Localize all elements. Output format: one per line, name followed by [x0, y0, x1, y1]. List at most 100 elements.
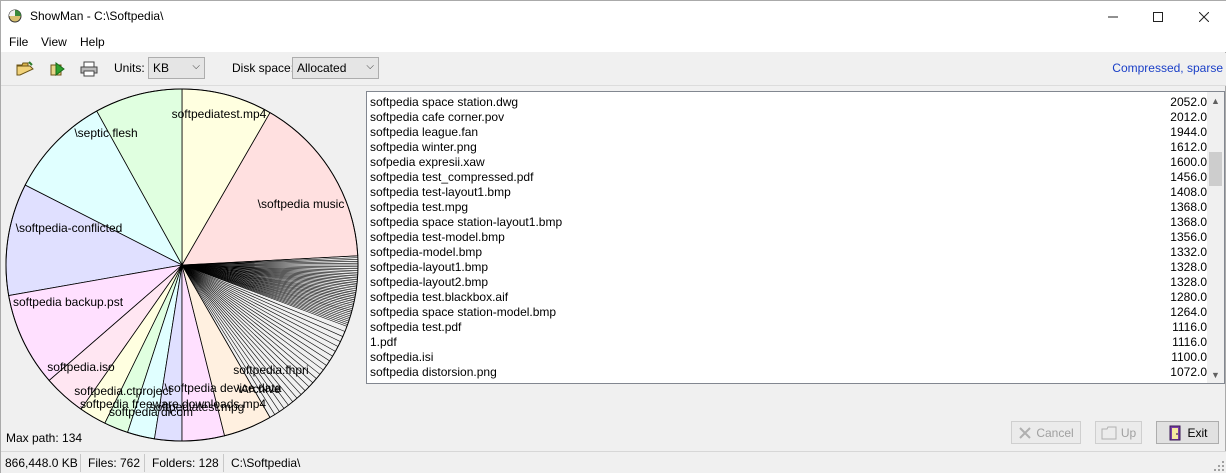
maximize-icon	[1153, 11, 1163, 22]
minimize-button[interactable]	[1090, 1, 1136, 32]
open-folder-icon	[16, 61, 34, 76]
list-item[interactable]: softpedia space station-model.bmp 1264.0	[370, 305, 1207, 320]
file-name: softpedia test.mpg	[370, 200, 469, 214]
file-size: 1356.0	[1170, 230, 1207, 244]
file-name: softpedia space station-model.bmp	[370, 305, 557, 319]
pie-chart[interactable]: \softpedia music softpediatest.mp4 \septic…	[1, 87, 361, 443]
file-name: softpedia test_compressed.pdf	[370, 170, 534, 184]
list-item[interactable]: softpedia space station.dwg 2052.0	[370, 95, 1207, 110]
file-name: softpedia-layout1.bmp	[370, 260, 489, 274]
file-name: softpedia-layout2.bmp	[370, 275, 489, 289]
list-item[interactable]: softpedia test.pdf 1116.0	[370, 320, 1207, 335]
resize-grip-icon[interactable]	[1213, 460, 1225, 472]
exit-button[interactable]: Exit	[1156, 421, 1219, 444]
list-item[interactable]: softpedia test-layout1.bmp 1408.0	[370, 185, 1207, 200]
chevron-down-icon: ⌵	[366, 61, 374, 72]
file-size: 1944.0	[1170, 125, 1207, 139]
file-name: sofpedia expresii.xaw	[370, 155, 485, 169]
file-size: 1116.0	[1172, 335, 1207, 349]
chevron-down-icon: ⌵	[192, 61, 200, 72]
file-size: 1600.0	[1170, 155, 1207, 169]
list-item[interactable]: softpedia winter.png 1612.0	[370, 140, 1207, 155]
scroll-up-icon[interactable]: ▲	[1207, 92, 1224, 109]
total-size: 866,448.0 KB	[5, 456, 78, 470]
menu-file[interactable]: File	[9, 35, 28, 49]
pie-label: softpedia.fhpri	[233, 363, 308, 377]
file-size: 1368.0	[1170, 200, 1207, 214]
status-bar: 866,448.0 KB Files: 762 Folders: 128 C:\…	[1, 451, 1226, 473]
close-button[interactable]	[1181, 1, 1226, 32]
file-name: softpedia distorsion.png	[370, 365, 497, 379]
list-item[interactable]: softpedia test.mpg 1368.0	[370, 200, 1207, 215]
list-item[interactable]: sofpedia expresii.xaw 1600.0	[370, 155, 1207, 170]
max-path-label: Max path: 134	[6, 431, 83, 445]
printer-icon	[80, 61, 98, 77]
file-name: softpedia test-model.bmp	[370, 230, 505, 244]
scroll-thumb[interactable]	[1209, 152, 1222, 186]
up-button[interactable]: Up	[1095, 421, 1142, 444]
file-size: 1456.0	[1170, 170, 1207, 184]
list-item[interactable]: softpedia league.fan 1944.0	[370, 125, 1207, 140]
scan-button[interactable]	[47, 59, 69, 79]
list-item[interactable]: softpedia space station-layout1.bmp 1368.…	[370, 215, 1207, 230]
cancel-icon	[1019, 426, 1032, 439]
folders-count: Folders: 128	[152, 456, 219, 470]
pie-label: \softpedia music	[258, 197, 345, 211]
file-name: 1.pdf	[370, 335, 397, 349]
open-folder-button[interactable]	[14, 59, 36, 79]
menu-view[interactable]: View	[41, 35, 67, 49]
up-label: Up	[1120, 425, 1137, 440]
list-item[interactable]: softpedia test.blackbox.aif 1280.0	[370, 290, 1207, 305]
window-title: ShowMan - C:\Softpedia\	[30, 9, 164, 23]
app-icon	[8, 9, 22, 23]
list-item[interactable]: softpedia test-model.bmp 1356.0	[370, 230, 1207, 245]
current-path: C:\Softpedia\	[231, 456, 301, 470]
disk-space-value: Allocated	[297, 61, 347, 75]
file-name: softpedia winter.png	[370, 140, 477, 154]
print-button[interactable]	[78, 59, 100, 79]
file-list[interactable]: softpedia space station.dwg 2052.0 softped…	[366, 91, 1225, 384]
exit-label: Exit	[1187, 425, 1208, 440]
maximize-button[interactable]	[1135, 1, 1181, 32]
scan-go-icon	[50, 62, 65, 76]
cancel-label: Cancel	[1036, 425, 1074, 440]
file-name: softpedia cafe corner.pov	[370, 110, 505, 124]
pie-label: \softpedia-conflicted	[16, 221, 123, 235]
list-item[interactable]: softpedia distorsion.png 1072.0	[370, 365, 1207, 380]
list-item[interactable]: softpedia test_compressed.pdf 1456.0	[370, 170, 1207, 185]
file-name: softpedia-model.bmp	[370, 245, 483, 259]
pie-label: softpedia.iso	[47, 360, 115, 374]
list-item[interactable]: softpedia-model.bmp 1332.0	[370, 245, 1207, 260]
file-name: softpedia test.pdf	[370, 320, 462, 334]
folder-up-icon	[1101, 426, 1117, 439]
menu-help[interactable]: Help	[80, 35, 105, 49]
file-size: 1100.0	[1171, 350, 1207, 364]
pie-label: softpediatest.mpg	[150, 400, 245, 414]
list-item[interactable]: softpedia-layout1.bmp 1328.0	[370, 260, 1207, 275]
file-name: softpedia space station-layout1.bmp	[370, 215, 563, 229]
units-label: Units:	[114, 61, 145, 75]
pie-label: softpedia backup.pst	[13, 295, 124, 309]
file-size: 1072.0	[1170, 365, 1207, 379]
disk-usage-pie[interactable]: \softpedia music softpediatest.mp4 \septic…	[1, 87, 361, 443]
pie-label: \Archive	[237, 382, 281, 396]
units-select[interactable]: KB ⌵	[148, 57, 205, 79]
scroll-down-icon[interactable]: ▼	[1207, 366, 1224, 383]
list-item[interactable]: softpedia.isi 1100.0	[370, 350, 1207, 365]
vertical-scrollbar[interactable]: ▲ ▼	[1207, 92, 1224, 383]
file-size: 1116.0	[1172, 320, 1207, 334]
file-size: 2012.0	[1170, 110, 1207, 124]
disk-space-select[interactable]: Allocated ⌵	[292, 57, 379, 79]
title-bar: ShowMan - C:\Softpedia\	[1, 1, 1226, 32]
cancel-button[interactable]: Cancel	[1011, 421, 1081, 444]
file-size: 1332.0	[1170, 245, 1207, 259]
pie-label: \septic flesh	[74, 126, 137, 140]
list-item[interactable]: softpedia cafe corner.pov 2012.0	[370, 110, 1207, 125]
units-value: KB	[153, 61, 170, 75]
file-size: 1612.0	[1170, 140, 1207, 154]
disk-space-label: Disk space:	[232, 61, 295, 75]
list-item[interactable]: softpedia-layout2.bmp 1328.0	[370, 275, 1207, 290]
list-item[interactable]: 1.pdf 1116.0	[370, 335, 1207, 350]
file-size: 1264.0	[1170, 305, 1207, 319]
file-name: softpedia space station.dwg	[370, 95, 519, 109]
